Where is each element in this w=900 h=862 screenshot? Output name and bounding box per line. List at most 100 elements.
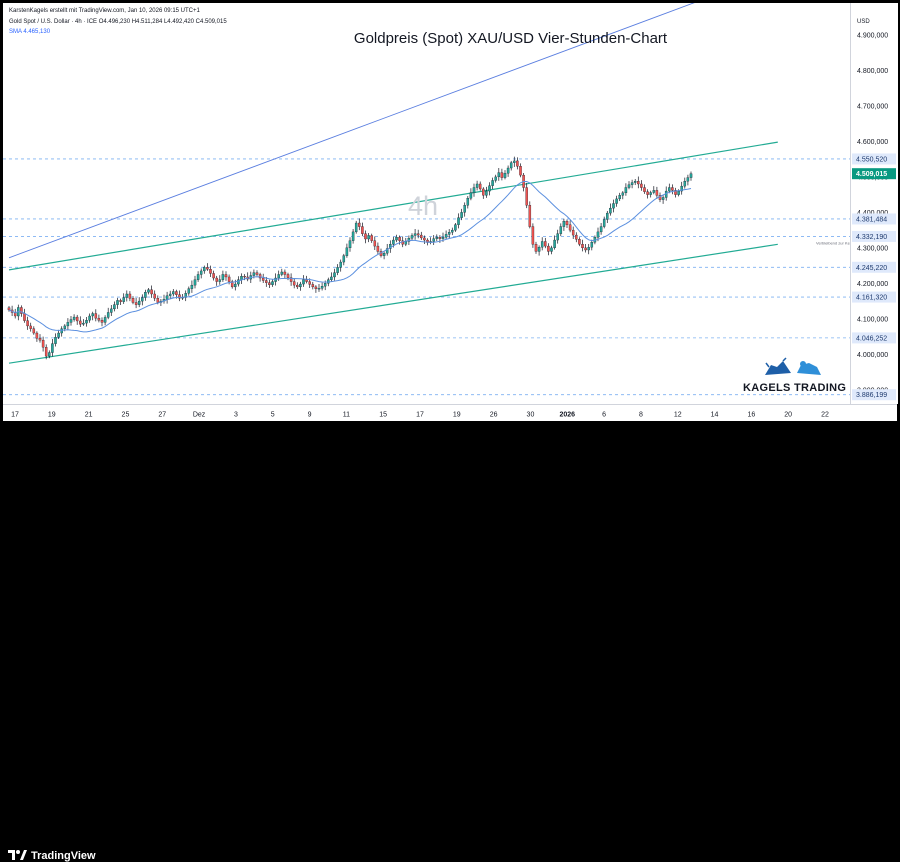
candle-up xyxy=(165,295,169,300)
time-axis-tick: 30 xyxy=(527,412,535,419)
candle-up xyxy=(556,233,559,241)
candle-down xyxy=(97,317,101,321)
candle-up xyxy=(454,224,457,231)
candle-down xyxy=(482,188,485,196)
candle-up xyxy=(633,180,637,183)
time-axis[interactable]: 17 19 21 25 27 Dez 3 5 9 11 15 17 19 26 30 2026 6 8 12 14 16… xyxy=(3,404,897,422)
candle-up xyxy=(540,241,544,248)
time-axis-tick: 27 xyxy=(158,412,166,419)
candle-down xyxy=(575,234,578,240)
candle-down xyxy=(398,237,401,241)
candle-down xyxy=(156,298,160,303)
chart-window: Verbleibend zur Kerze KarstenKagels erst… xyxy=(0,0,900,862)
price-axis-labels[interactable]: 3.900,0004.000,0004.100,0004.200,0004.30… xyxy=(851,3,898,404)
candle-up xyxy=(137,300,141,305)
time-axis-tick: 14 xyxy=(711,412,719,419)
candle-up xyxy=(509,162,513,169)
candle-up xyxy=(612,203,615,209)
candle-up xyxy=(60,328,63,334)
candle-up xyxy=(559,226,563,234)
price-axis-tick: 4.600,000 xyxy=(857,139,888,146)
candle-down xyxy=(416,233,420,236)
candle-up xyxy=(382,253,386,256)
time-axis-tick: 26 xyxy=(490,412,498,419)
candle-down xyxy=(568,224,572,231)
candle-up xyxy=(537,246,541,252)
candle-down xyxy=(283,271,287,275)
sma-indicator-legend[interactable]: SMA 4.465,130 xyxy=(9,29,50,35)
candle-up xyxy=(125,293,129,298)
candle-up xyxy=(435,237,439,239)
candle-up xyxy=(606,212,609,220)
time-axis-labels[interactable]: 17 19 21 25 27 Dez 3 5 9 11 15 17 19 26 30 2026 6 8 12 14 16… xyxy=(3,405,897,422)
candle-up xyxy=(475,183,479,188)
candle-down xyxy=(243,276,246,278)
candle-down xyxy=(637,180,640,185)
candle-down xyxy=(438,237,442,239)
chart-title: Goldpreis (Spot) XAU/USD Vier-Stunden-Ch… xyxy=(353,30,668,47)
candle-up xyxy=(57,332,60,338)
candle-up xyxy=(488,185,491,192)
candle-up xyxy=(147,289,150,293)
candle-up xyxy=(277,274,280,279)
candle-down xyxy=(571,229,575,236)
candle-up xyxy=(122,297,125,302)
chart-plot-area[interactable]: Verbleibend zur Kerze KarstenKagels erst… xyxy=(3,3,850,404)
candle-up xyxy=(144,292,147,298)
candle-up xyxy=(661,197,665,200)
tradingview-logo[interactable]: TradingView xyxy=(8,850,96,862)
time-axis-tick: 3 xyxy=(234,412,238,419)
time-axis-tick: 5 xyxy=(271,412,275,419)
sma-value: 4.465,130 xyxy=(23,29,51,35)
candle-down xyxy=(38,338,42,341)
price-axis-tick: 4.900,000 xyxy=(857,32,888,39)
time-axis-tick: 20 xyxy=(784,412,792,419)
candle-up xyxy=(630,182,634,185)
candle-up xyxy=(342,255,346,263)
candle-up xyxy=(392,239,395,245)
candle-up xyxy=(668,187,671,192)
candle-up xyxy=(110,308,113,313)
candle-up xyxy=(410,235,414,239)
candle-up xyxy=(172,291,175,295)
chart-credit: KarstenKagels erstellt mit TradingView.c… xyxy=(9,8,200,14)
candle-up xyxy=(599,226,603,233)
candle-up xyxy=(553,239,556,249)
candle-up xyxy=(330,276,333,280)
trendline-channel-bottom xyxy=(8,243,778,364)
candle-up xyxy=(88,315,91,321)
candle-down xyxy=(44,347,48,357)
tradingview-logo-text: TradingView xyxy=(31,850,96,862)
candle-up xyxy=(203,267,206,272)
price-axis-tick: 4.200,000 xyxy=(857,281,888,288)
symbol-ohlc-legend[interactable]: Gold Spot / U.S. Dollar · 4h · ICE O4.49… xyxy=(9,19,227,25)
candle-down xyxy=(261,277,265,281)
candle-down xyxy=(150,289,153,295)
candle-up xyxy=(320,286,324,289)
candle-up xyxy=(457,217,460,225)
candle-down xyxy=(206,267,209,270)
candle-up xyxy=(168,293,172,296)
candle-down xyxy=(100,320,104,323)
price-axis[interactable]: 3.900,0004.000,0004.100,0004.200,0004.30… xyxy=(850,3,898,404)
time-axis-tick: Dez xyxy=(193,412,206,419)
candle-up xyxy=(506,167,510,174)
candle-up xyxy=(451,229,454,233)
candle-down xyxy=(26,320,29,327)
candle-up xyxy=(72,316,76,320)
candle-up xyxy=(66,322,70,327)
candle-down xyxy=(373,240,377,247)
candle-up xyxy=(494,176,497,181)
candle-up xyxy=(587,246,590,251)
candle-down xyxy=(358,222,361,227)
current-price-label: 4.509,015 xyxy=(856,171,887,178)
candle-up xyxy=(187,288,191,294)
candle-up xyxy=(550,247,553,252)
candle-down xyxy=(519,166,522,176)
candle-up xyxy=(590,242,594,248)
tradingview-icon xyxy=(8,850,27,860)
candle-up xyxy=(472,187,476,194)
countdown-label: Verbleibend zur Kerze xyxy=(816,240,850,245)
candle-up xyxy=(627,184,631,188)
candle-up xyxy=(333,272,336,278)
